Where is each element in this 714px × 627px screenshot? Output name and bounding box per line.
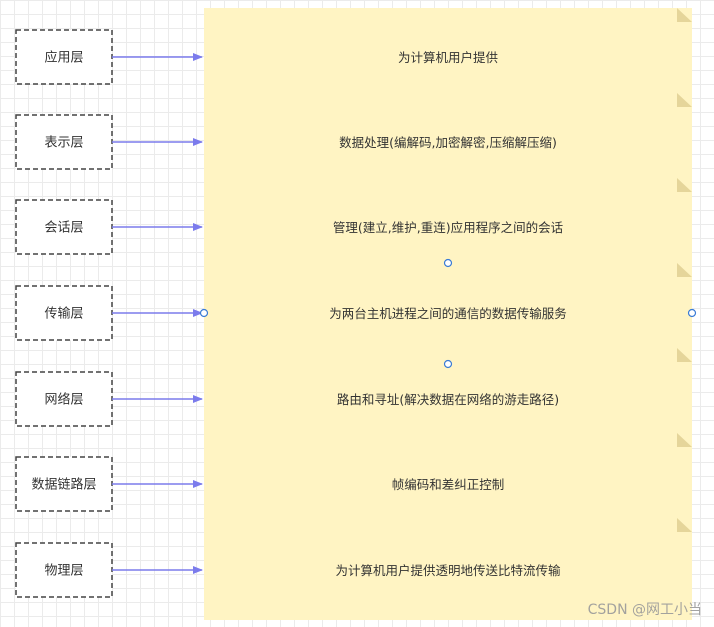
osi-diagram: 应用层 表示层 会话层 传输层 网络层 数据链路层 物理层 为计算机用户提供 数… [15, 8, 697, 620]
resize-handle-left[interactable] [199, 308, 209, 318]
layer-label: 网络层 [44, 392, 83, 408]
layer-label: 表示层 [44, 136, 83, 151]
function-text-session: 管理(建立,维护,重连)应用程序之间的会话 [333, 220, 563, 235]
layer-label: 数据链路层 [31, 477, 96, 493]
layer-label: 会话层 [44, 221, 83, 236]
layer-box-application[interactable]: 应用层 [15, 29, 113, 85]
layer-box-presentation[interactable]: 表示层 [15, 114, 113, 170]
watermark: CSDN @网工小当 [587, 602, 702, 618]
layer-box-transport[interactable]: 传输层 [15, 285, 113, 341]
layer-label: 物理层 [44, 564, 83, 579]
function-text-network: 路由和寻址(解决数据在网络的游走路径) [337, 392, 559, 407]
layer-label: 传输层 [44, 306, 83, 322]
resize-handle-right[interactable] [687, 308, 697, 318]
layer-box-data-link[interactable]: 数据链路层 [15, 456, 113, 512]
layer-label: 应用层 [44, 50, 83, 66]
layer-box-session[interactable]: 会话层 [15, 199, 113, 255]
function-text-application: 为计算机用户提供 [398, 50, 498, 65]
resize-handle-top[interactable] [443, 258, 453, 268]
layer-box-network[interactable]: 网络层 [15, 371, 113, 427]
function-text-data-link: 帧编码和差纠正控制 [392, 477, 505, 492]
connector-arrows [112, 53, 203, 574]
function-text-physical: 为计算机用户提供透明地传送比特流传输 [335, 563, 561, 578]
function-text-transport: 为两台主机进程之间的通信的数据传输服务 [329, 306, 567, 321]
layer-box-physical[interactable]: 物理层 [15, 542, 113, 598]
function-text-presentation: 数据处理(编解码,加密解密,压缩解压缩) [339, 135, 557, 150]
resize-handle-bottom[interactable] [443, 359, 453, 369]
